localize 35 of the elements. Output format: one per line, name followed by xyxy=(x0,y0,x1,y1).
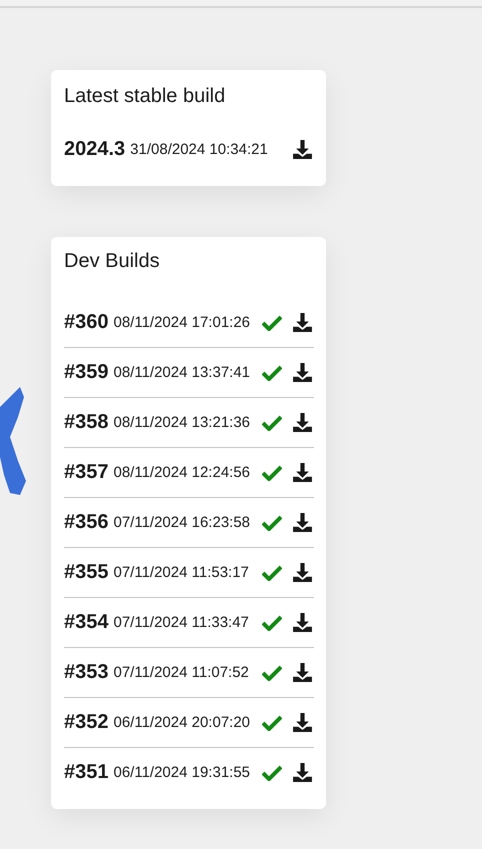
build-date: 06/11/2024 19:31:55 xyxy=(114,764,250,781)
version-number: 2024.3 xyxy=(64,138,126,160)
download-icon[interactable] xyxy=(292,612,313,633)
build-date: 07/11/2024 11:53:17 xyxy=(114,564,249,581)
build-number: #359 xyxy=(64,361,108,384)
build-date: 07/11/2024 11:07:52 xyxy=(114,664,249,681)
build-date: 07/11/2024 16:23:58 xyxy=(114,514,250,531)
download-icon[interactable] xyxy=(292,762,313,783)
build-date: 31/08/2024 10:34:21 xyxy=(130,140,268,158)
download-icon[interactable] xyxy=(292,362,313,383)
build-number: #354 xyxy=(64,611,108,634)
build-number: #358 xyxy=(64,411,108,434)
build-date: 07/11/2024 11:33:47 xyxy=(114,614,249,631)
download-icon[interactable] xyxy=(292,562,313,583)
download-icon[interactable] xyxy=(292,312,313,333)
build-date: 08/11/2024 12:24:56 xyxy=(114,464,250,481)
build-date: 06/11/2024 20:07:20 xyxy=(114,714,250,731)
download-icon[interactable] xyxy=(292,412,313,433)
build-date: 08/11/2024 13:21:36 xyxy=(114,414,250,431)
build-number: #351 xyxy=(64,761,108,784)
build-number: #357 xyxy=(64,461,108,484)
download-icon[interactable] xyxy=(292,512,313,533)
card-title: Latest stable build xyxy=(64,84,226,109)
build-date: 08/11/2024 17:01:26 xyxy=(114,314,250,331)
build-number: #355 xyxy=(64,561,108,584)
build-number: #356 xyxy=(64,511,108,534)
download-icon[interactable] xyxy=(292,662,313,683)
download-icon[interactable] xyxy=(292,138,313,160)
build-number: #360 xyxy=(64,311,108,334)
build-date: 08/11/2024 13:37:41 xyxy=(114,364,250,381)
download-icon[interactable] xyxy=(292,462,313,483)
download-icon[interactable] xyxy=(292,712,313,733)
build-number: #352 xyxy=(64,711,108,734)
card-title: Dev Builds xyxy=(64,249,161,274)
build-number: #353 xyxy=(64,661,108,684)
